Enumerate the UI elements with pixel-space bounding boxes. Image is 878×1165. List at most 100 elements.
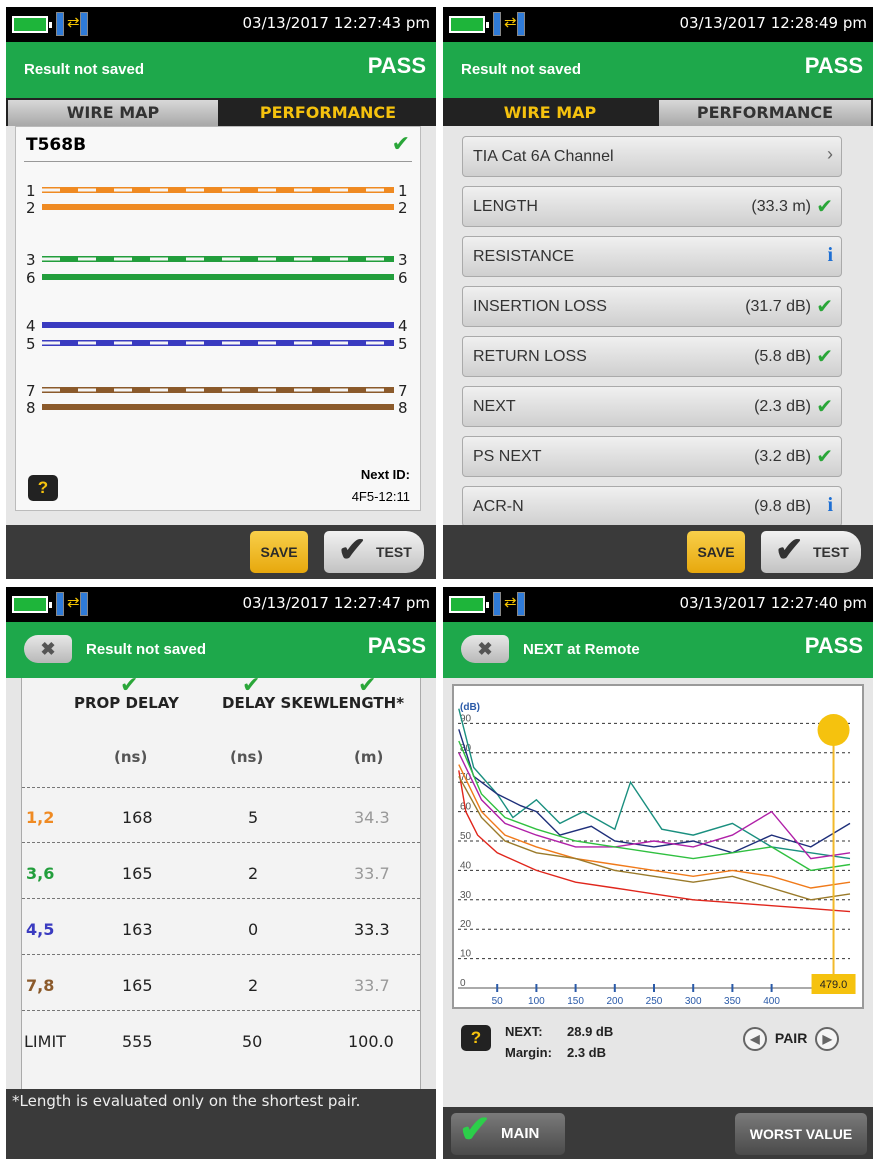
- delay-skew-value: 5: [248, 808, 259, 827]
- wire-map-diagram: T568B ✔ 1 1 2 2 3 3 6 6 4 4 5 5 7 7 8 8 …: [15, 126, 421, 511]
- test-label: TEST: [376, 544, 412, 560]
- row-divider: [22, 1010, 420, 1011]
- column-header: PROP DELAY: [74, 694, 179, 712]
- status-bar: ⇄ 03/13/2017 12:27:40 pm: [443, 587, 873, 622]
- tab-performance[interactable]: PERFORMANCE: [659, 100, 871, 126]
- length-value: 33.3: [354, 920, 390, 939]
- plot-title: NEXT at Remote: [523, 641, 640, 658]
- delay-skew-value: 2: [248, 864, 259, 883]
- y-tick-label: 10: [460, 949, 472, 960]
- chevron-right-icon: ›: [827, 144, 833, 164]
- remote-unit-icon: [56, 592, 64, 616]
- delay-skew-value: 0: [248, 920, 259, 939]
- test-button[interactable]: ✔ TEST: [324, 531, 424, 573]
- row-value: (9.8 dB): [754, 498, 811, 515]
- help-button[interactable]: ?: [28, 475, 58, 501]
- row-acr-n[interactable]: ACR-N (9.8 dB) i: [462, 486, 842, 525]
- check-icon: ✔: [338, 531, 367, 569]
- cursor-value: 479.0: [820, 979, 848, 991]
- pin-label: 7: [398, 382, 408, 400]
- y-tick-label: 40: [460, 860, 472, 871]
- column-unit: (ns): [114, 748, 148, 766]
- result-status: Result not saved: [86, 641, 207, 658]
- help-button[interactable]: ?: [461, 1025, 491, 1051]
- result-header: Result not saved PASS: [6, 42, 436, 98]
- result-status: Result not saved: [24, 61, 145, 78]
- row-length[interactable]: LENGTH (33.3 m) ✔: [462, 186, 842, 227]
- pin-label: 1: [26, 182, 36, 200]
- pair-label: 3,6: [26, 864, 55, 883]
- row-insertion-loss[interactable]: INSERTION LOSS (31.7 dB) ✔: [462, 286, 842, 327]
- wire-pairs: [42, 187, 394, 410]
- pin-label: 4: [398, 317, 408, 335]
- pin-label: 6: [26, 269, 36, 287]
- next-plot-screen: ⇄ 03/13/2017 12:27:40 pm ✖ NEXT at Remot…: [443, 587, 873, 1159]
- check-icon: ✔: [816, 396, 833, 418]
- next-id-label: Next ID:: [360, 467, 410, 482]
- timestamp: 03/13/2017 12:27:47 pm: [242, 594, 431, 612]
- length-value: 33.7: [354, 864, 390, 883]
- pair-next-button[interactable]: ▶: [815, 1027, 840, 1051]
- link-arrows-icon: ⇄: [67, 594, 80, 611]
- length-value: 33.7: [354, 976, 390, 995]
- row-divider: [22, 787, 420, 788]
- standard-row[interactable]: TIA Cat 6A Channel ›: [462, 136, 842, 177]
- next-label: NEXT:: [505, 1024, 543, 1039]
- row-name: ACR-N: [473, 498, 524, 515]
- results-list[interactable]: TIA Cat 6A Channel › LENGTH (33.3 m) ✔ RESI…: [443, 126, 873, 525]
- status-bar: ⇄ 03/13/2017 12:27:43 pm: [6, 7, 436, 42]
- worst-value-button[interactable]: WORST VALUE: [735, 1113, 867, 1155]
- back-button[interactable]: ✖: [461, 635, 509, 663]
- series-line: [458, 775, 851, 901]
- status-bar: ⇄ 03/13/2017 12:28:49 pm: [443, 7, 873, 42]
- series-line: [458, 764, 851, 889]
- row-name: RESISTANCE: [473, 248, 575, 265]
- result-status: Result not saved: [461, 61, 582, 78]
- battery-icon: [12, 16, 52, 33]
- row-value: (33.3 m): [751, 198, 811, 215]
- info-icon: i: [827, 244, 833, 266]
- pin-label: 5: [26, 335, 36, 353]
- main-unit-icon: [517, 12, 525, 36]
- row-name: PS NEXT: [473, 448, 542, 465]
- pin-label: 2: [26, 199, 36, 217]
- pin-label: 1: [398, 182, 408, 200]
- main-button[interactable]: ✔ MAIN: [451, 1109, 565, 1155]
- close-icon: ✖: [477, 639, 493, 659]
- prop-delay-value: 165: [122, 864, 153, 883]
- row-return-loss[interactable]: RETURN LOSS (5.8 dB) ✔: [462, 336, 842, 377]
- tab-wire-map[interactable]: WIRE MAP: [8, 100, 218, 126]
- test-button[interactable]: ✔ TEST: [761, 531, 861, 573]
- row-name: LENGTH: [473, 198, 538, 215]
- next-id-value: 4F5-12:11: [351, 489, 410, 504]
- length-value: 34.3: [354, 808, 390, 827]
- row-value: (2.3 dB): [754, 398, 811, 415]
- tab-wire-map[interactable]: WIRE MAP: [445, 100, 655, 126]
- pin-label: 4: [26, 317, 36, 335]
- link-arrows-icon: ⇄: [67, 14, 80, 31]
- column-header: LENGTH*: [329, 694, 405, 712]
- row-resistance[interactable]: RESISTANCE i: [462, 236, 842, 277]
- delay-skew-limit: 50: [242, 1032, 263, 1051]
- info-icon: i: [827, 494, 833, 516]
- footer-bar: ✔ MAIN WORST VALUE: [443, 1107, 873, 1159]
- row-name: INSERTION LOSS: [473, 298, 607, 315]
- row-name: TIA Cat 6A Channel: [473, 148, 614, 165]
- save-button[interactable]: SAVE: [687, 531, 745, 573]
- row-divider: [22, 842, 420, 843]
- row-next[interactable]: NEXT (2.3 dB) ✔: [462, 386, 842, 427]
- row-ps-next[interactable]: PS NEXT (3.2 dB) ✔: [462, 436, 842, 477]
- performance-screen: ⇄ 03/13/2017 12:28:49 pm Result not save…: [443, 7, 873, 579]
- next-chart[interactable]: 0 10 20 30 40 50 60 70 80 90 (dB) 50 100 150 200 250 300…: [452, 684, 864, 1009]
- pair-prev-button[interactable]: ◀: [743, 1027, 767, 1051]
- back-button[interactable]: ✖: [24, 635, 72, 663]
- save-button[interactable]: SAVE: [250, 531, 308, 573]
- result-header: Result not saved PASS: [443, 42, 873, 98]
- tab-performance[interactable]: PERFORMANCE: [222, 100, 434, 126]
- row-name: RETURN LOSS: [473, 348, 587, 365]
- check-icon: ✔: [816, 296, 833, 318]
- x-tick-label: 150: [567, 996, 584, 1007]
- prop-delay-value: 165: [122, 976, 153, 995]
- timestamp: 03/13/2017 12:27:40 pm: [679, 594, 868, 612]
- status-bar: ⇄ 03/13/2017 12:27:47 pm: [6, 587, 436, 622]
